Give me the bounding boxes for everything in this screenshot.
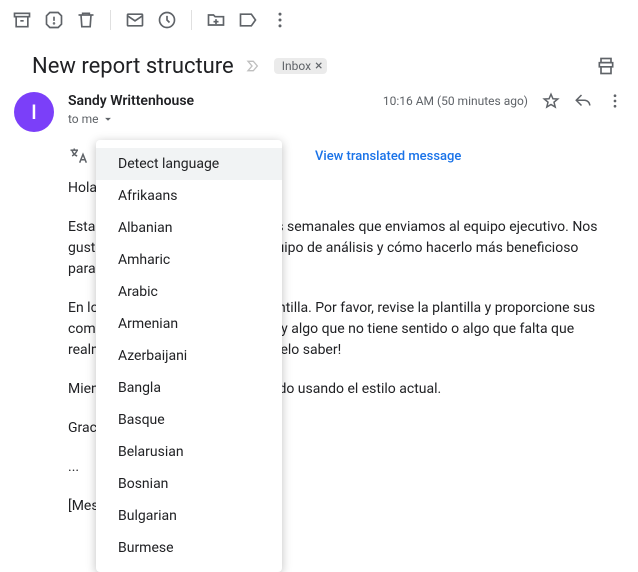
recipient-line[interactable]: to me — [68, 112, 624, 126]
language-option[interactable]: Belarusian — [96, 436, 282, 468]
language-option[interactable]: Bosnian — [96, 468, 282, 500]
language-option[interactable]: Bulgarian — [96, 500, 282, 532]
inbox-label-text: Inbox — [282, 59, 311, 73]
star-button[interactable] — [542, 92, 560, 110]
language-option[interactable]: Bangla — [96, 372, 282, 404]
language-option[interactable]: Detect language — [96, 148, 282, 180]
message-more-button[interactable] — [606, 92, 624, 110]
language-option[interactable]: Arabic — [96, 276, 282, 308]
message-header: I Sandy Writtenhouse 10:16 AM (50 minute… — [0, 86, 638, 132]
language-option[interactable]: Amharic — [96, 244, 282, 276]
email-subject: New report structure — [32, 54, 234, 79]
labels-button[interactable] — [234, 6, 262, 34]
archive-button[interactable] — [8, 6, 36, 34]
more-button[interactable] — [266, 6, 294, 34]
reply-button[interactable] — [574, 92, 592, 110]
view-translated-link[interactable]: View translated message — [315, 149, 461, 164]
translate-icon[interactable] — [68, 146, 88, 166]
print-button[interactable] — [592, 52, 620, 80]
toolbar-separator — [191, 10, 192, 30]
recipient-text: to me — [68, 112, 99, 126]
language-option[interactable]: Afrikaans — [96, 180, 282, 212]
toolbar-separator — [110, 10, 111, 30]
language-option[interactable]: Basque — [96, 404, 282, 436]
inbox-label-chip[interactable]: Inbox × — [274, 58, 327, 74]
language-option[interactable]: Azerbaijani — [96, 340, 282, 372]
sender-name: Sandy Writtenhouse — [68, 93, 194, 109]
snooze-button[interactable] — [153, 6, 181, 34]
move-to-button[interactable] — [202, 6, 230, 34]
action-toolbar — [0, 0, 638, 40]
language-option[interactable]: Burmese — [96, 532, 282, 564]
chevron-down-icon — [101, 112, 115, 126]
message-time: 10:16 AM (50 minutes ago) — [383, 94, 528, 108]
delete-button[interactable] — [72, 6, 100, 34]
mark-unread-button[interactable] — [121, 6, 149, 34]
remove-label-icon[interactable]: × — [315, 59, 322, 73]
importance-marker-icon[interactable] — [246, 58, 262, 74]
avatar: I — [14, 92, 54, 132]
subject-row: New report structure Inbox × — [0, 40, 638, 86]
report-spam-button[interactable] — [40, 6, 68, 34]
language-option[interactable]: Armenian — [96, 308, 282, 340]
language-dropdown[interactable]: Detect language Afrikaans Albanian Amhar… — [96, 140, 282, 572]
message-meta: 10:16 AM (50 minutes ago) — [383, 92, 624, 110]
language-option[interactable]: Albanian — [96, 212, 282, 244]
